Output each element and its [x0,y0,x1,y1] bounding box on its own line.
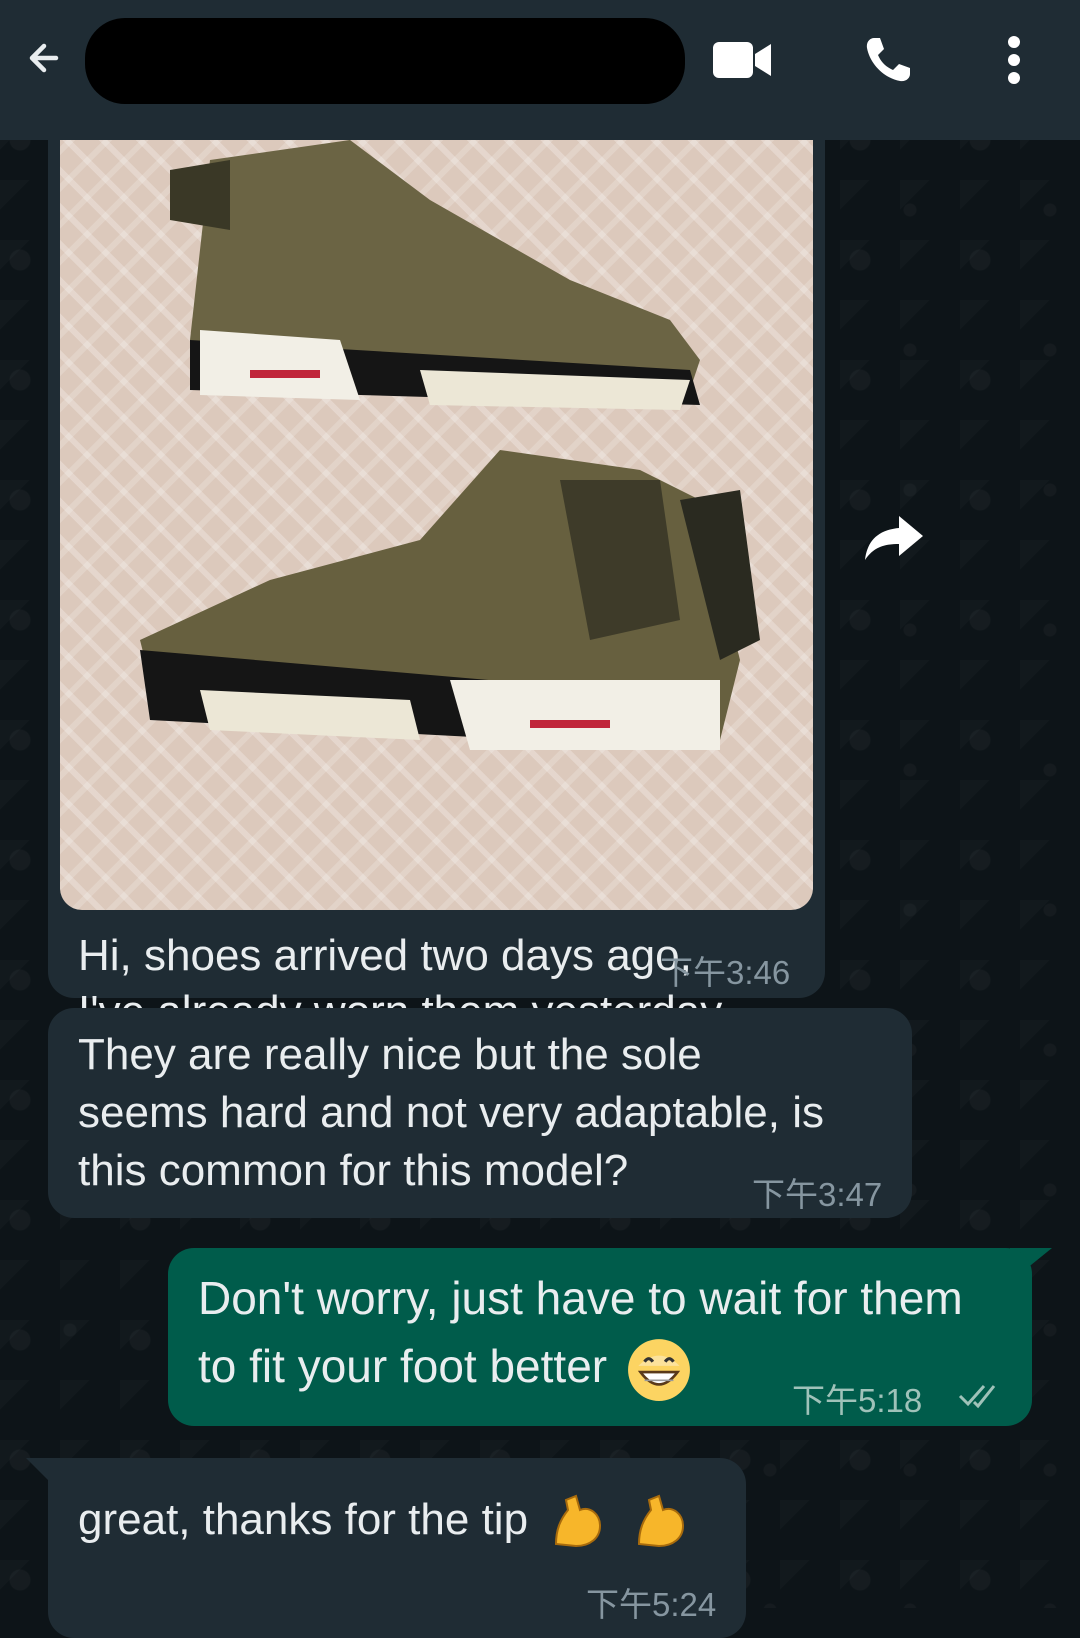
more-options-button[interactable] [982,28,1046,92]
message-text: great, thanks for the tip [78,1495,529,1544]
message-timestamp: 下午3:46 [660,954,791,991]
video-call-button[interactable] [710,28,774,92]
more-vertical-icon [1008,36,1020,84]
flexed-biceps-emoji-icon [637,1495,684,1548]
shoe-image-bottom [140,450,760,750]
message-text-container: great, thanks for the tip [78,1482,693,1558]
voice-call-button[interactable] [856,28,920,92]
forward-icon [865,516,923,560]
back-button[interactable] [18,30,74,86]
back-arrow-icon [29,43,59,73]
shoe-photo[interactable] [60,140,813,910]
video-call-icon [713,42,771,78]
read-receipt-icon [958,1385,996,1409]
shoe-image-top [170,140,700,410]
chat-header [0,0,1080,140]
image-message-bubble[interactable]: Hi, shoes arrived two days ago, I've alr… [48,120,825,1036]
incoming-message-bubble[interactable]: great, thanks for the tip 下午5:24 [48,1458,746,1638]
phone-icon [866,38,910,82]
grinning-face-emoji-icon [627,1338,690,1401]
message-timestamp: 下午5:18 [792,1382,923,1419]
message-timestamp: 下午5:24 [586,1586,717,1623]
outgoing-message-bubble[interactable]: Don't worry, just have to wait for them … [168,1248,1032,1426]
message-timestamp: 下午3:47 [752,1176,883,1213]
contact-name-redacted[interactable] [85,18,685,104]
flexed-biceps-emoji-icon [555,1495,602,1548]
forward-button[interactable] [862,512,926,564]
incoming-message-bubble[interactable]: They are really nice but the sole seems … [48,1008,912,1218]
